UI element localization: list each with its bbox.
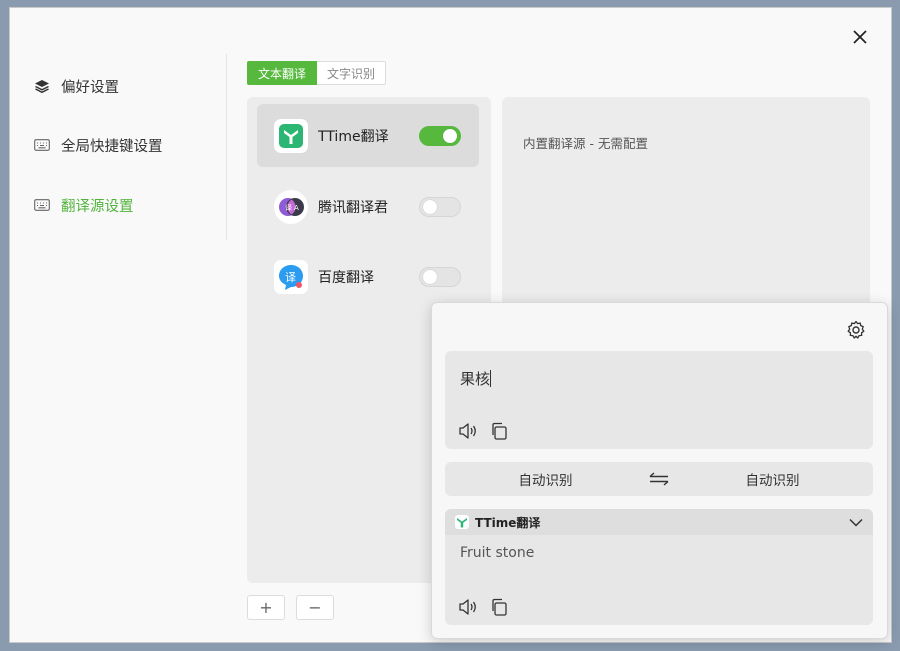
copy-result-button[interactable] [489, 597, 509, 617]
source-toggle[interactable] [419, 125, 461, 146]
remove-source-button[interactable]: − [296, 595, 334, 620]
source-name: 百度翻译 [318, 269, 374, 286]
sidebar-item-translation-sources[interactable]: 翻译源设置 [34, 192, 134, 218]
speak-button[interactable] [458, 421, 478, 441]
gear-icon [847, 320, 865, 339]
speak-result-button[interactable] [458, 597, 478, 617]
svg-text:A: A [294, 204, 299, 212]
source-toggle[interactable] [419, 196, 461, 217]
sidebar-item-label: 偏好设置 [61, 79, 119, 96]
tab-ocr[interactable]: 文字识别 [317, 61, 387, 85]
sidebar-item-label: 全局快捷键设置 [61, 138, 163, 155]
tencent-translator-logo-icon: 译 A [274, 189, 308, 224]
source-language-select[interactable]: 自动识别 [445, 469, 646, 489]
copy-button[interactable] [489, 421, 509, 441]
source-config-text: 内置翻译源 - 无需配置 [523, 136, 648, 151]
chevron-down-icon[interactable] [849, 518, 863, 527]
copy-icon [492, 422, 507, 440]
result-header[interactable]: TTime翻译 [445, 509, 873, 535]
close-icon [853, 30, 867, 44]
speaker-icon [459, 423, 476, 439]
sidebar: 偏好设置 全局快捷键设置 翻译源设置 [10, 8, 226, 642]
svg-text:译: 译 [285, 271, 296, 284]
settings-window: 偏好设置 全局快捷键设置 翻译源设置 文本翻译 文字识别 TTime翻译 译 A… [9, 7, 892, 643]
translation-result-card: TTime翻译 Fruit stone [445, 509, 873, 625]
close-button[interactable] [848, 25, 872, 49]
keyboard-icon [34, 137, 50, 153]
source-name: 腾讯翻译君 [318, 199, 388, 216]
source-item-tencent[interactable]: 译 A 腾讯翻译君 [257, 175, 479, 238]
add-source-button[interactable]: + [247, 595, 285, 620]
result-provider-name: TTime翻译 [475, 515, 541, 530]
tab-text-translation[interactable]: 文本翻译 [247, 61, 318, 85]
ttime-logo-icon [455, 515, 469, 529]
source-name: TTime翻译 [318, 128, 389, 145]
source-item-ttime[interactable]: TTime翻译 [257, 104, 479, 167]
copy-icon [492, 598, 507, 616]
ttime-logo-icon [274, 118, 308, 153]
keyboard-icon [34, 197, 50, 213]
language-bar: 自动识别 自动识别 [445, 462, 873, 496]
sidebar-item-label: 翻译源设置 [61, 198, 134, 215]
baidu-translate-logo-icon: 译 [274, 259, 308, 294]
swap-language-button[interactable] [646, 472, 672, 486]
target-language-select[interactable]: 自动识别 [672, 469, 873, 489]
translate-popup: 果核 自动识别 自动识别 TTime翻译 Fruit stone [431, 302, 888, 639]
source-text-box[interactable]: 果核 [445, 351, 873, 449]
sidebar-divider [226, 54, 227, 240]
speaker-icon [459, 599, 476, 615]
sidebar-item-preferences[interactable]: 偏好设置 [34, 73, 119, 99]
translation-result-text: Fruit stone [460, 545, 535, 561]
settings-button[interactable] [845, 319, 867, 341]
svg-text:译: 译 [285, 204, 292, 212]
source-text-input[interactable]: 果核 [460, 368, 492, 389]
swap-icon [649, 472, 669, 486]
layers-icon [34, 78, 50, 94]
source-type-tabs: 文本翻译 文字识别 [247, 61, 387, 85]
sidebar-item-global-shortcuts[interactable]: 全局快捷键设置 [34, 132, 163, 158]
source-item-baidu[interactable]: 译 百度翻译 [257, 245, 479, 308]
source-toggle[interactable] [419, 266, 461, 287]
